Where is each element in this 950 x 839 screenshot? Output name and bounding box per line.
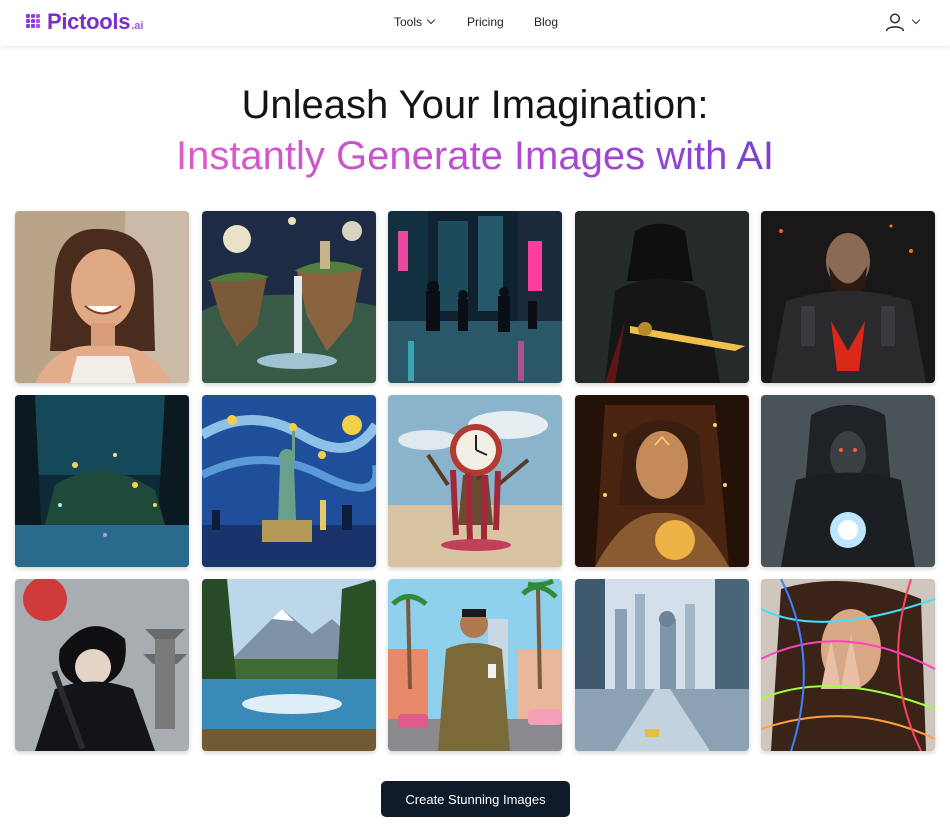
gallery-image-man-palms[interactable] (388, 579, 562, 751)
gallery-image-futuristic-city[interactable] (575, 579, 749, 751)
gallery-image-starry-liberty[interactable] (202, 395, 376, 567)
gallery-image-enchanted-forest[interactable] (15, 395, 189, 567)
pictools-logo[interactable]: Pictools .ai (26, 10, 143, 34)
gallery-image-neon-city[interactable] (388, 211, 562, 383)
chevron-down-icon (426, 15, 436, 25)
user-menu-button[interactable] (885, 12, 921, 32)
gallery-image-mountain-lake[interactable] (202, 579, 376, 751)
nav-blog-label: Blog (534, 15, 559, 29)
top-navbar: Pictools .ai Tools Pricing Blog (0, 0, 950, 46)
gallery-image-hooded-orb[interactable] (761, 395, 935, 567)
nav-tools[interactable]: Tools (394, 15, 436, 29)
logo-grid-icon (26, 14, 45, 30)
gallery-image-anime-ninja[interactable] (15, 579, 189, 751)
gallery-image-golden-portrait[interactable] (575, 395, 749, 567)
hero-title-gradient-text: Instantly Generate Images with AI (175, 134, 775, 178)
logo-text: Pictools (47, 9, 131, 34)
gallery-image-hooded-knight[interactable] (575, 211, 749, 383)
user-icon (885, 13, 905, 32)
nav-tools-label: Tools (394, 15, 423, 29)
nav-pricing-label: Pricing (467, 15, 504, 29)
gallery-image-melting-clock[interactable] (388, 395, 562, 567)
create-images-button[interactable]: Create Stunning Images (381, 781, 570, 817)
gallery-image-smiling-woman[interactable] (15, 211, 189, 383)
chevron-down-icon (911, 15, 921, 25)
hero-title-line1: Unleash Your Imagination: (241, 83, 709, 127)
nav-blog[interactable]: Blog (534, 15, 558, 29)
logo-suffix: .ai (131, 20, 144, 32)
hero-title-line2: Instantly Generate Images with AI (0, 131, 950, 181)
gallery-image-neon-lights-woman[interactable] (761, 579, 935, 751)
gallery-image-armored-warrior[interactable] (761, 211, 935, 383)
nav-pricing[interactable]: Pricing (467, 15, 504, 29)
gallery-image-floating-islands[interactable] (202, 211, 376, 383)
